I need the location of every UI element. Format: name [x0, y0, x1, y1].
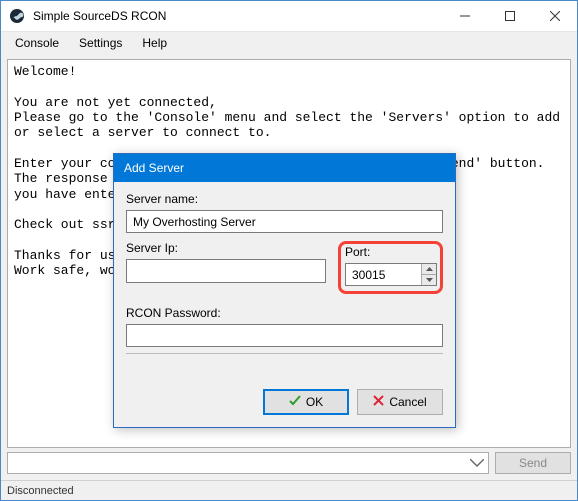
- check-icon: [289, 395, 301, 410]
- server-ip-input[interactable]: [126, 259, 326, 283]
- port-spin-down[interactable]: [421, 275, 436, 285]
- minimize-button[interactable]: [442, 1, 487, 31]
- ok-label: OK: [306, 395, 323, 409]
- close-icon: [373, 395, 384, 409]
- dialog-title: Add Server: [114, 154, 455, 182]
- menu-help[interactable]: Help: [134, 34, 175, 52]
- cancel-button[interactable]: Cancel: [357, 389, 443, 415]
- rcon-password-label: RCON Password:: [126, 306, 443, 320]
- menu-console[interactable]: Console: [7, 34, 67, 52]
- window-title: Simple SourceDS RCON: [33, 9, 442, 23]
- close-button[interactable]: [532, 1, 577, 31]
- menu-settings[interactable]: Settings: [71, 34, 130, 52]
- titlebar: Simple SourceDS RCON: [1, 1, 577, 31]
- command-input[interactable]: [7, 452, 489, 474]
- rcon-password-input[interactable]: [126, 324, 443, 347]
- status-text: Disconnected: [7, 485, 74, 497]
- send-button[interactable]: Send: [495, 452, 571, 474]
- ok-button[interactable]: OK: [263, 389, 349, 415]
- app-icon: [9, 8, 25, 24]
- command-row: Send: [7, 452, 571, 474]
- menubar: Console Settings Help: [1, 31, 577, 53]
- dialog-separator: [126, 353, 443, 354]
- server-ip-label: Server Ip:: [126, 241, 326, 255]
- port-spin-up[interactable]: [421, 264, 436, 275]
- cancel-label: Cancel: [389, 395, 426, 409]
- server-name-input[interactable]: [126, 210, 443, 233]
- chevron-down-icon[interactable]: [470, 456, 484, 470]
- port-callout: Port:: [338, 241, 443, 294]
- port-label: Port:: [345, 245, 437, 259]
- server-name-label: Server name:: [126, 192, 443, 206]
- maximize-button[interactable]: [487, 1, 532, 31]
- statusbar: Disconnected: [1, 480, 577, 500]
- add-server-dialog: Add Server Server name: Server Ip: Port:: [113, 153, 456, 428]
